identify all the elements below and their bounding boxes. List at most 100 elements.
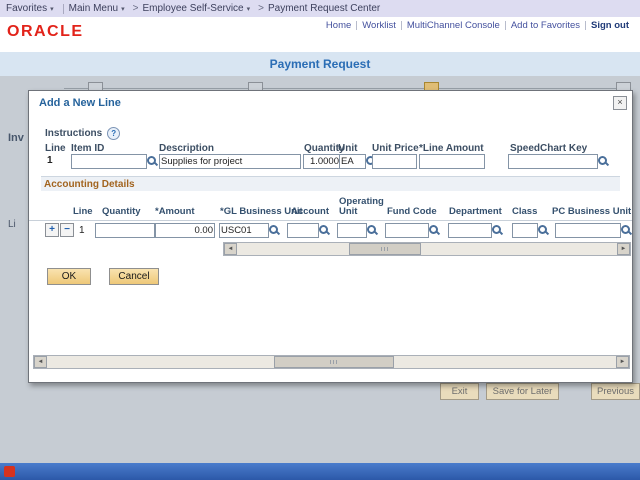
page-title-band: Payment Request — [0, 52, 640, 76]
description-label: Description — [159, 143, 214, 154]
link-worklist[interactable]: Worklist — [362, 20, 396, 31]
scrollbar-thumb[interactable] — [274, 356, 394, 368]
header: ORACLE Home Worklist MultiChannel Consol… — [0, 17, 640, 52]
link-multichannel-console[interactable]: MultiChannel Console — [407, 20, 500, 31]
screen: Favorites ▾ Main Menu ▾ > Employee Self-… — [0, 0, 640, 480]
exit-button[interactable]: Exit — [440, 383, 479, 400]
divider — [356, 21, 357, 30]
pc-business-unit-lookup-icon[interactable] — [620, 224, 632, 236]
chevron-down-icon: ▾ — [247, 5, 251, 13]
breadcrumb-ess-label: Employee Self-Service — [142, 3, 243, 14]
item-id-lookup-icon[interactable] — [146, 155, 158, 167]
scroll-right-icon[interactable]: ► — [617, 243, 630, 255]
row-account-field[interactable] — [287, 223, 319, 238]
row-department-field[interactable] — [448, 223, 492, 238]
row-operating-unit-field[interactable] — [337, 223, 367, 238]
scrollbar-thumb[interactable] — [349, 243, 421, 255]
unit-price-label: Unit Price — [372, 143, 419, 154]
row-amount-field[interactable] — [155, 223, 215, 238]
speedchart-key-field[interactable] — [508, 154, 598, 169]
col-class: Class — [512, 206, 537, 217]
col-operating-unit: Operating Unit — [339, 197, 385, 217]
col-fund-code: Fund Code — [387, 206, 437, 217]
fund-code-lookup-icon[interactable] — [428, 224, 440, 236]
oracle-logo: ORACLE — [7, 23, 84, 41]
chevron-down-icon: ▾ — [121, 5, 125, 13]
col-amount: *Amount — [155, 206, 195, 217]
add-line-modal: Add a New Line × Instructions ? Line Ite… — [28, 90, 633, 383]
line-amount-label: *Line Amount — [419, 143, 484, 154]
unit-field[interactable] — [339, 154, 366, 169]
cancel-button[interactable]: Cancel — [109, 268, 159, 285]
description-field[interactable] — [159, 154, 301, 169]
divider — [505, 21, 506, 30]
col-account: Account — [291, 206, 329, 217]
accounting-details-header: Accounting Details — [41, 176, 620, 191]
add-row-button[interactable]: + — [45, 223, 59, 237]
line-amount-field[interactable] — [419, 154, 485, 169]
link-add-to-favorites[interactable]: Add to Favorites — [511, 20, 580, 31]
sign-out-link[interactable]: Sign out — [591, 20, 629, 31]
scroll-left-icon[interactable]: ◄ — [224, 243, 237, 255]
speedchart-key-label: SpeedChart Key — [510, 143, 587, 154]
col-quantity: Quantity — [102, 206, 141, 217]
item-id-label: Item ID — [71, 143, 104, 154]
col-department: Department — [449, 206, 502, 217]
grid-horizontal-scrollbar[interactable]: ◄ ► — [223, 242, 631, 256]
speedchart-lookup-icon[interactable] — [597, 155, 609, 167]
modal-title: Add a New Line — [39, 97, 121, 109]
department-lookup-icon[interactable] — [491, 224, 503, 236]
breadcrumb-prc-label: Payment Request Center — [268, 3, 380, 14]
save-for-later-button[interactable]: Save for Later — [486, 383, 559, 400]
modal-horizontal-scrollbar[interactable]: ◄ ► — [33, 355, 630, 369]
account-lookup-icon[interactable] — [318, 224, 330, 236]
breadcrumb-main-menu[interactable]: Main Menu ▾ — [69, 3, 125, 14]
item-id-field[interactable] — [71, 154, 147, 169]
scroll-right-icon[interactable]: ► — [616, 356, 629, 368]
background-partial-text: Inv — [8, 132, 24, 144]
row-gl-business-unit-field[interactable] — [219, 223, 269, 238]
wizard-train-line — [64, 88, 624, 89]
divider — [63, 4, 64, 14]
breadcrumb-payment-request-center[interactable]: Payment Request Center — [268, 3, 380, 14]
breadcrumb-favorites[interactable]: Favorites ▾ — [6, 3, 54, 14]
row-fund-code-field[interactable] — [385, 223, 429, 238]
col-pc-business-unit: PC Business Unit — [552, 206, 631, 217]
row-class-field[interactable] — [512, 223, 538, 238]
accounting-grid-header: Line Quantity *Amount *GL Business Unit … — [29, 192, 632, 221]
divider — [585, 21, 586, 30]
app-icon[interactable] — [4, 466, 15, 477]
operating-unit-lookup-icon[interactable] — [366, 224, 378, 236]
unit-price-field[interactable] — [372, 154, 417, 169]
chevron-down-icon: ▾ — [50, 5, 54, 13]
row-line-number: 1 — [79, 225, 85, 236]
unit-label: Unit — [338, 143, 357, 154]
line-number: 1 — [47, 155, 53, 166]
breadcrumb: Favorites ▾ Main Menu ▾ > Employee Self-… — [0, 0, 640, 17]
class-lookup-icon[interactable] — [537, 224, 549, 236]
remove-row-button[interactable]: − — [60, 223, 74, 237]
divider — [401, 21, 402, 30]
help-icon[interactable]: ? — [107, 127, 120, 140]
line-label: Line — [45, 143, 66, 154]
instructions-label: Instructions — [45, 128, 102, 139]
breadcrumb-favorites-label: Favorites — [6, 3, 47, 14]
previous-button[interactable]: Previous — [591, 383, 640, 400]
row-quantity-field[interactable] — [95, 223, 155, 238]
taskbar — [0, 463, 640, 480]
row-pc-business-unit-field[interactable] — [555, 223, 621, 238]
ok-button[interactable]: OK — [47, 268, 91, 285]
accounting-grid-row: + − 1 — [29, 222, 632, 240]
breadcrumb-employee-self-service[interactable]: Employee Self-Service ▾ — [142, 3, 250, 14]
quantity-field[interactable] — [303, 154, 341, 169]
breadcrumb-main-menu-label: Main Menu — [69, 3, 118, 14]
gl-business-unit-lookup-icon[interactable] — [268, 224, 280, 236]
breadcrumb-separator-icon: > — [133, 3, 139, 14]
close-icon[interactable]: × — [613, 96, 627, 110]
link-home[interactable]: Home — [326, 20, 351, 31]
col-line: Line — [73, 206, 93, 217]
background-partial-text: Li — [8, 219, 16, 230]
page-title: Payment Request — [270, 57, 371, 71]
instructions-row: Instructions ? — [45, 127, 120, 140]
scroll-left-icon[interactable]: ◄ — [34, 356, 47, 368]
